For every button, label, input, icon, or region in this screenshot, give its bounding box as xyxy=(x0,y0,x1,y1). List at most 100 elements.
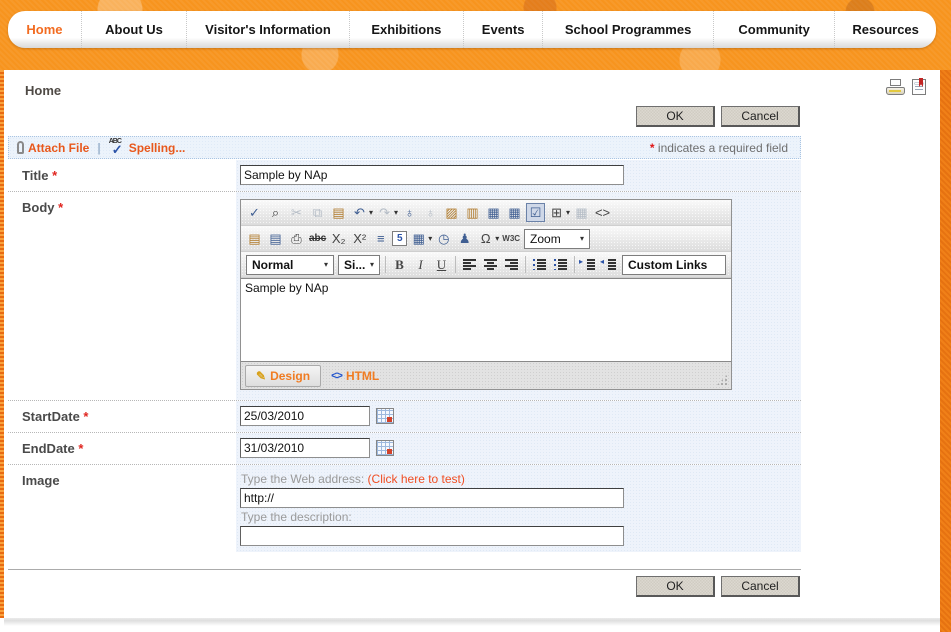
paste-html-icon[interactable]: ▥ xyxy=(463,203,482,222)
image-description-input[interactable] xyxy=(240,526,624,546)
title-input[interactable] xyxy=(240,165,624,185)
nav-tab-label: Exhibitions xyxy=(371,22,442,37)
nav-tab-about-us[interactable]: About Us xyxy=(82,11,188,48)
redo-icon[interactable]: ↷ xyxy=(375,203,394,222)
resize-grip[interactable] xyxy=(716,374,728,386)
nav-tab-label: About Us xyxy=(105,22,163,37)
superscript-icon[interactable]: X² xyxy=(350,229,369,248)
cut-icon[interactable]: ✂ xyxy=(287,203,306,222)
editor-toolbar-row2: ▤ ▤ ⎙ abc X₂ X² ≡ 5 ▦ ▾ ◷ ♟ Ω ▾ W3C Zoom… xyxy=(241,226,731,252)
nav-tab-label: Visitor's Information xyxy=(205,22,331,37)
startdate-input[interactable] xyxy=(240,406,370,426)
main-nav: Home About Us Visitor's Information Exhi… xyxy=(8,11,936,48)
tab-design[interactable]: ✎ Design xyxy=(245,364,322,387)
bullet-list-icon[interactable] xyxy=(551,255,570,274)
body-row: Body * ✓ ⌕ ✂ ⧉ ▤ ↶ ▾ ↷ ▾ ♁ ♁ ▨ ▥ ▦ ▦ ☑ ⊞… xyxy=(8,192,801,401)
nav-tab-home[interactable]: Home xyxy=(8,11,82,48)
nav-tab-resources[interactable]: Resources xyxy=(835,11,936,48)
insert-time-icon[interactable]: ◷ xyxy=(434,229,453,248)
undo-icon[interactable]: ↶ xyxy=(350,203,369,222)
insert-image-icon[interactable]: ▨ xyxy=(442,203,461,222)
enddate-label: EndDate * xyxy=(8,433,236,464)
strikethrough-icon[interactable]: abc xyxy=(308,229,327,248)
nav-tab-label: Events xyxy=(481,22,525,37)
ok-button[interactable]: OK xyxy=(636,106,715,127)
align-left-icon[interactable] xyxy=(460,255,479,274)
required-asterisk: * xyxy=(78,441,84,456)
click-here-to-test-link[interactable]: (Click here to test) xyxy=(368,472,465,486)
custom-links-dropdown[interactable]: Custom Links xyxy=(622,254,726,275)
borders-icon[interactable]: ▦ xyxy=(409,229,428,248)
nav-tab-visitors-information[interactable]: Visitor's Information xyxy=(187,11,350,48)
export-document-icon[interactable] xyxy=(912,79,926,95)
toggle-borders-icon[interactable]: ☑ xyxy=(526,203,546,222)
ok-button[interactable]: OK xyxy=(636,576,715,597)
tab-html[interactable]: <> HTML xyxy=(321,366,389,386)
edit-html-icon[interactable]: <> xyxy=(593,203,612,222)
editor-content[interactable]: Sample by NAp xyxy=(241,278,731,362)
zoom-dropdown-value: Zoom xyxy=(530,231,561,246)
paperclip-icon xyxy=(17,141,24,154)
image-url-input[interactable] xyxy=(240,488,624,508)
numbered-list-icon[interactable] xyxy=(530,255,549,274)
insert-media-icon[interactable]: ♟ xyxy=(455,229,474,248)
borders-dropdown-caret[interactable]: ▾ xyxy=(428,234,432,243)
attach-file-link[interactable]: Attach File xyxy=(28,141,89,155)
insert-date-icon[interactable]: 5 xyxy=(392,231,408,246)
nav-tab-school-programmes[interactable]: School Programmes xyxy=(543,11,714,48)
outdent-icon[interactable] xyxy=(600,255,619,274)
copy-icon[interactable]: ⧉ xyxy=(308,203,327,222)
format-dropdown[interactable]: Normal ▾ xyxy=(246,254,334,275)
undo-dropdown-caret[interactable]: ▾ xyxy=(369,208,373,217)
zoom-dropdown[interactable]: Zoom ▾ xyxy=(524,228,591,249)
size-dropdown[interactable]: Si... ▾ xyxy=(338,254,380,275)
enddate-input[interactable] xyxy=(240,438,370,458)
paste-special-icon[interactable]: ▤ xyxy=(245,229,264,248)
spelling-link[interactable]: Spelling... xyxy=(129,141,186,155)
hyperlink-icon[interactable]: ♁ xyxy=(400,203,419,222)
insert-symbol-icon[interactable]: Ω xyxy=(476,229,495,248)
edit-table-icon[interactable]: ▦ xyxy=(505,203,524,222)
print-icon[interactable]: ⎙ xyxy=(287,229,306,248)
format-dropdown-value: Normal xyxy=(252,257,294,272)
insert-table-icon[interactable]: ▦ xyxy=(484,203,503,222)
print-icon[interactable] xyxy=(886,79,905,95)
italic-icon[interactable]: I xyxy=(411,255,430,274)
nav-tab-exhibitions[interactable]: Exhibitions xyxy=(350,11,464,48)
description-hint: Type the description: xyxy=(241,510,352,524)
calendar-icon[interactable] xyxy=(376,439,394,456)
calendar-icon[interactable] xyxy=(376,407,394,424)
bottom-separator xyxy=(8,569,801,570)
nav-tab-label: Home xyxy=(26,22,63,37)
nav-tab-events[interactable]: Events xyxy=(464,11,544,48)
insert-cells-caret[interactable]: ▾ xyxy=(566,208,570,217)
subscript-icon[interactable]: X₂ xyxy=(329,229,348,248)
table-properties-icon[interactable]: ▦ xyxy=(572,203,591,222)
insert-cells-icon[interactable]: ⊞ xyxy=(547,203,566,222)
required-asterisk: * xyxy=(58,200,64,215)
chevron-down-icon: ▾ xyxy=(369,260,374,269)
underline-icon[interactable]: U xyxy=(432,255,451,274)
cancel-button[interactable]: Cancel xyxy=(721,106,800,127)
required-asterisk: * xyxy=(649,140,655,155)
indent-icon[interactable] xyxy=(579,255,598,274)
bold-icon[interactable]: B xyxy=(390,255,409,274)
cancel-button[interactable]: Cancel xyxy=(721,576,800,597)
code-icon: <> xyxy=(331,369,343,382)
symbol-dropdown-caret[interactable]: ▾ xyxy=(495,234,499,243)
startdate-label: StartDate * xyxy=(8,401,236,432)
align-right-icon[interactable] xyxy=(502,255,521,274)
paste-icon[interactable]: ▤ xyxy=(329,203,348,222)
remove-link-icon[interactable]: ♁ xyxy=(421,203,440,222)
redo-dropdown-caret[interactable]: ▾ xyxy=(394,208,398,217)
nav-tab-community[interactable]: Community xyxy=(714,11,836,48)
enddate-row: EndDate * xyxy=(8,433,801,465)
find-icon[interactable]: ⌕ xyxy=(266,203,285,222)
paragraph-icon[interactable]: ≡ xyxy=(371,229,390,248)
align-center-icon[interactable] xyxy=(481,255,500,274)
w3c-validate-icon[interactable]: W3C xyxy=(501,229,521,248)
spellcheck-icon[interactable]: ✓ xyxy=(245,203,264,222)
paste-from-word-icon[interactable]: ▤ xyxy=(266,229,285,248)
title-label: Title * xyxy=(8,160,236,191)
body-label: Body * xyxy=(8,192,236,400)
